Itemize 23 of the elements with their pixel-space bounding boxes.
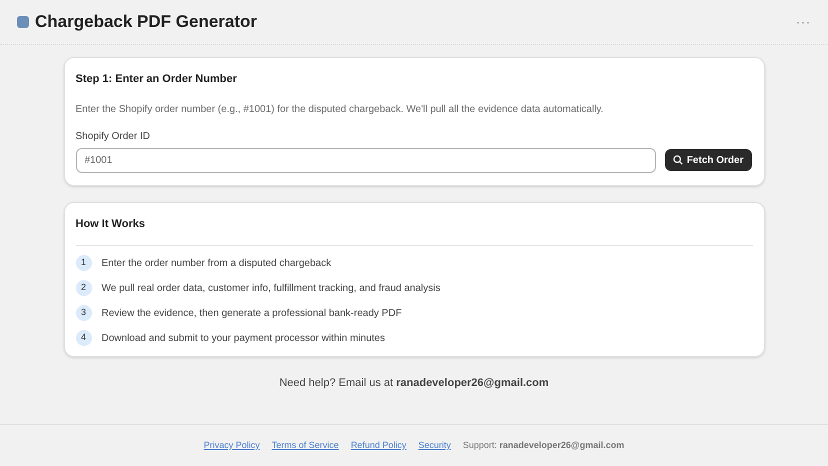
step-text: Enter the order number from a disputed chargeback: [102, 256, 332, 270]
support-text: Support: ranadeveloper26@gmail.com: [462, 438, 624, 452]
footer-link[interactable]: Privacy Policy: [204, 438, 260, 452]
step-number-badge: 1: [76, 255, 92, 271]
fetch-order-button[interactable]: Fetch Order: [664, 149, 752, 171]
footer-link[interactable]: Security: [418, 438, 451, 452]
footer-link[interactable]: Terms of Service: [272, 438, 339, 452]
step-text: Download and submit to your payment processor within minutes: [102, 332, 385, 346]
search-icon: [672, 155, 683, 165]
step-text: We pull real order data, customer info, fulfillment tracking, and fraud analysis: [102, 282, 440, 296]
card-description: Enter the Shopify order number (e.g., #1001) for the disputed chargeback. We'll pull all the evidence data automatically.: [76, 102, 604, 116]
step-number-badge: 2: [76, 280, 92, 296]
card-title: Step 1: Enter an Order Number: [76, 72, 238, 87]
order-id-input[interactable]: #1001: [76, 148, 656, 172]
card-title: How It Works: [76, 216, 146, 232]
footer-link[interactable]: Refund Policy: [350, 438, 406, 452]
more-menu-button[interactable]: ···: [796, 13, 811, 31]
help-text: Need help? Email us at ranadeveloper26@gmail.com: [279, 376, 549, 391]
app-title: Chargeback PDF Generator: [35, 11, 258, 34]
step-number-badge: 4: [76, 330, 92, 346]
field-label: Shopify Order ID: [76, 130, 151, 144]
step-number-badge: 3: [76, 305, 92, 321]
step-text: Review the evidence, then generate a professional bank-ready PDF: [102, 306, 402, 320]
